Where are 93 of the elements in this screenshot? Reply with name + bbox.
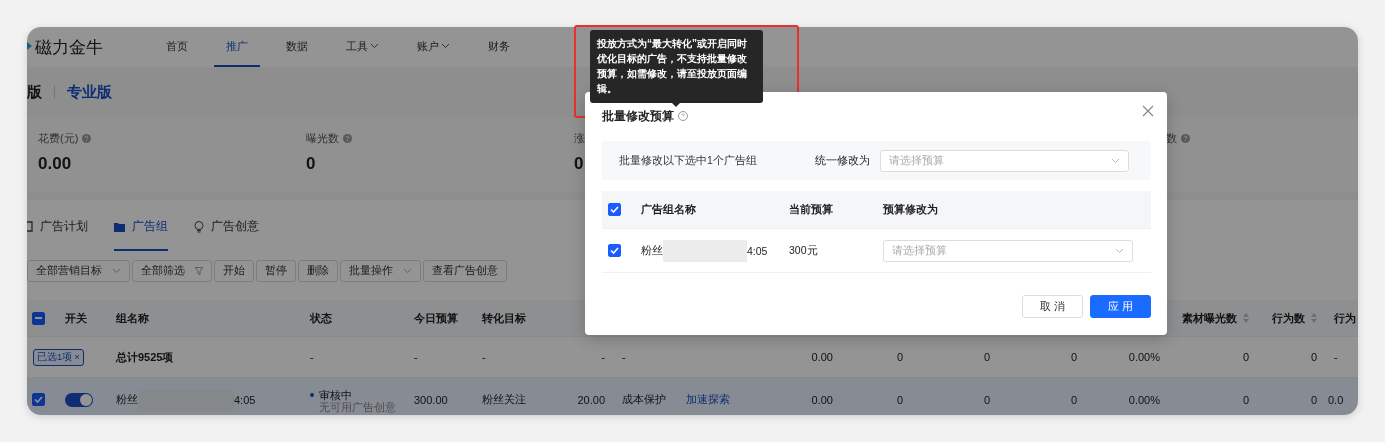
version-tab[interactable]: 专业版	[67, 82, 112, 102]
toolbar-button[interactable]: 查看广告创意	[423, 259, 507, 282]
stat-label: 涨	[574, 131, 585, 146]
column-header: 开关	[65, 310, 87, 326]
table-cell: 0	[896, 393, 903, 406]
table-cell: -	[1334, 351, 1338, 363]
table-cell: 0.0	[1328, 393, 1344, 406]
column-header: 转化目标	[482, 310, 526, 326]
table-cell: 20.00	[577, 393, 605, 406]
chevron-down-icon	[112, 267, 121, 274]
table-cell: 0.00%	[1128, 351, 1160, 363]
table-row[interactable]: 粉丝 4:05 审核中 无可用广告创意 300.00 粉丝关注 20.00 成本保护 加速探索 0.00 0 0 0 0.00% 0 0 0.0	[27, 378, 1358, 415]
info-text: 批量修改以下选中1个广告组	[619, 153, 758, 168]
toolbar-button[interactable]: 开始	[214, 259, 254, 282]
column-header: 状态	[310, 310, 332, 326]
table-cell: 0	[1310, 393, 1317, 406]
dialog-title: 批量修改预算	[602, 108, 674, 124]
filter-button[interactable]: 全部筛选	[132, 259, 212, 282]
table-cell: -	[310, 351, 314, 363]
select-all-checkbox[interactable]	[608, 203, 621, 216]
table-cell: 0	[1242, 351, 1249, 363]
table-cell: 0	[1310, 351, 1317, 363]
logo-icon	[27, 42, 32, 52]
stat-label: 曝光数	[306, 131, 339, 146]
table-cell: 0	[896, 351, 903, 363]
row-checkbox[interactable]	[32, 393, 45, 406]
column-header: 当前预算	[789, 202, 834, 217]
column-header: 素材曝光数	[1182, 310, 1237, 326]
column-header: 行为	[1334, 310, 1356, 326]
table-cell: 4:05	[234, 393, 256, 406]
help-icon[interactable]	[678, 111, 688, 121]
total-count: 总计9525项	[116, 349, 174, 365]
table-cell: -	[482, 351, 486, 363]
folder-icon	[114, 221, 125, 232]
table-cell: 0.00	[811, 351, 833, 363]
column-header: 今日预算	[414, 310, 458, 326]
dropdown-select[interactable]: 全部营销目标	[27, 259, 130, 282]
column-header: 预算修改为	[883, 202, 939, 217]
app-logo: 磁力金牛	[35, 36, 103, 59]
dropdown-select[interactable]: 批量操作	[340, 259, 421, 282]
column-header: 广告组名称	[641, 202, 697, 217]
table-cell: 0	[1242, 393, 1249, 406]
nav-tab[interactable]: 财务	[476, 27, 522, 67]
filter-icon	[195, 266, 203, 275]
table-cell: 粉丝	[641, 243, 663, 258]
table-cell: -	[414, 351, 418, 363]
lightbulb-icon	[194, 220, 204, 233]
cancel-button[interactable]: 取 消	[1022, 295, 1083, 318]
column-header: 行为数	[1272, 310, 1305, 326]
stat-value: 0.00	[38, 154, 72, 174]
table-cell: 粉丝	[116, 392, 138, 407]
apply-button[interactable]: 应 用	[1090, 295, 1151, 318]
stat-value: 0	[574, 154, 584, 174]
table-cell: 0	[1070, 393, 1077, 406]
table-cell: 300.00	[414, 393, 448, 406]
status-text: 审核中	[319, 388, 352, 401]
nav-tab[interactable]: 工具	[334, 27, 391, 67]
close-icon[interactable]	[1141, 104, 1155, 118]
stat-label: 数	[1166, 131, 1177, 146]
toggle-switch[interactable]	[65, 392, 93, 407]
link[interactable]: 加速探索	[686, 392, 730, 407]
table-cell: -	[601, 351, 605, 363]
table-cell: 粉丝关注	[482, 392, 526, 407]
chevron-down-icon	[1111, 157, 1120, 164]
nav-tab[interactable]: 账户	[405, 27, 462, 67]
table-cell: 0	[1070, 351, 1077, 363]
table-cell: 0	[983, 393, 990, 406]
toolbar-button[interactable]: 暂停	[256, 259, 296, 282]
nav-tab[interactable]: 数据	[274, 27, 320, 67]
toolbar-button[interactable]: 删除	[298, 259, 338, 282]
table-cell-text: 300元	[789, 243, 819, 258]
column-header: 组名称	[116, 310, 149, 326]
table-cell: 0.00%	[1128, 393, 1160, 406]
chevron-down-icon	[1115, 247, 1124, 254]
table-cell: -	[622, 351, 626, 363]
tab[interactable]: 广告创意	[194, 200, 259, 251]
stat-label: 花费(元)	[38, 131, 79, 146]
table-cell: 成本保护	[622, 392, 666, 407]
selection-tag[interactable]: 已选1项 ×	[33, 348, 84, 366]
chevron-down-icon	[403, 267, 412, 274]
table-cell: 4:05	[747, 244, 768, 257]
status-note: 无可用广告创意	[318, 401, 396, 413]
document-icon	[27, 221, 33, 232]
table-cell: 0	[983, 351, 990, 363]
nav-tab[interactable]: 首页	[154, 27, 200, 67]
version-tab[interactable]: 版	[27, 82, 42, 102]
table-cell: 0.00	[811, 393, 833, 406]
tooltip-text: 投放方式为“最大转化”或开启同时优化目标的广告，不支持批量修改预算，如需修改，请至投放页面编辑。	[597, 37, 748, 96]
stat-value: 0	[306, 154, 316, 174]
field-label: 统一修改为	[815, 153, 870, 168]
tab[interactable]: 广告计划	[27, 200, 88, 251]
select-all-checkbox[interactable]	[32, 311, 45, 325]
row-checkbox[interactable]	[608, 244, 621, 257]
